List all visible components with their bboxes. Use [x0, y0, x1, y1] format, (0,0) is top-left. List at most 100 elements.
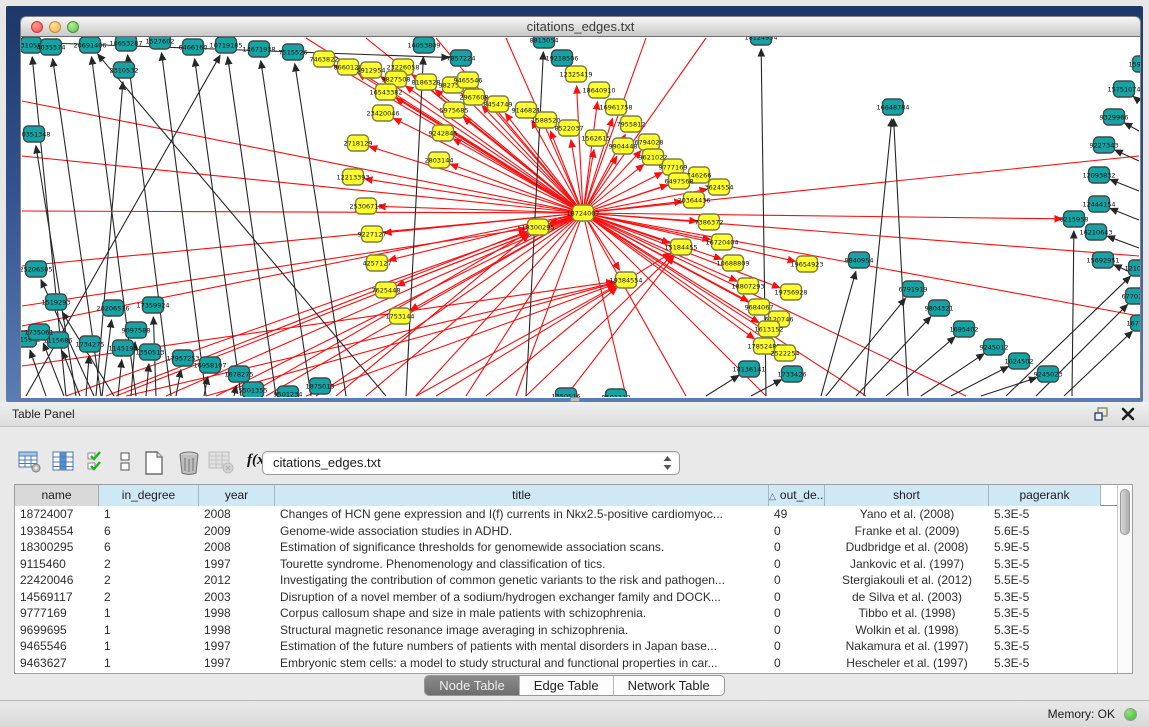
graph-edge-black[interactable]: [1110, 208, 1139, 220]
table-cell[interactable]: 5.5E-5: [989, 572, 1101, 589]
table-cell[interactable]: 5.3E-5: [989, 622, 1101, 639]
graph-edge-black[interactable]: [1107, 236, 1139, 248]
table-cell[interactable]: 1: [99, 622, 199, 639]
table-row[interactable]: 1456911722003Disruption of a novel membe…: [15, 589, 1132, 606]
memory-status-indicator[interactable]: [1124, 708, 1137, 721]
table-cell[interactable]: 1: [99, 506, 199, 523]
tab-node-table[interactable]: Node Table: [425, 676, 520, 695]
graph-edge-red[interactable]: [216, 213, 583, 396]
table-cell[interactable]: 9115460: [15, 556, 99, 573]
table-cell[interactable]: Changes of HCN gene expression and I(f) …: [275, 506, 769, 523]
tab-edge-table[interactable]: Edge Table: [520, 676, 614, 695]
table-cell[interactable]: 5.9E-5: [989, 539, 1101, 556]
table-cell[interactable]: 5.3E-5: [989, 556, 1101, 573]
table-options-icon[interactable]: [18, 450, 42, 474]
table-cell[interactable]: Structural magnetic resonance image aver…: [275, 622, 769, 639]
table-cell[interactable]: 0: [769, 572, 825, 589]
graph-edge-red[interactable]: [369, 147, 583, 213]
table-cell[interactable]: 9699695: [15, 622, 99, 639]
table-cell[interactable]: Jankovic et al. (1997): [825, 556, 989, 573]
table-row[interactable]: 946554611997Estimation of the future num…: [15, 638, 1132, 655]
graph-edge-black[interactable]: [1110, 179, 1139, 191]
column-header-short[interactable]: short: [825, 485, 989, 506]
column-header-pagerank[interactable]: pagerank: [989, 485, 1101, 506]
table-cell[interactable]: 18300295: [15, 539, 99, 556]
graph-edge-red[interactable]: [206, 283, 614, 396]
table-cell[interactable]: 22420046: [15, 572, 99, 589]
table-cell[interactable]: 5.3E-5: [989, 589, 1101, 606]
graph-edge-red[interactable]: [306, 284, 615, 396]
graph-edge-black[interactable]: [951, 366, 1008, 396]
graph-edge-red[interactable]: [394, 118, 583, 213]
table-cell[interactable]: 5.3E-5: [989, 655, 1101, 672]
table-cell[interactable]: 14569117: [15, 589, 99, 606]
graph-edge-black[interactable]: [1064, 331, 1132, 396]
merge-rows-icon[interactable]: [118, 450, 132, 474]
table-cell[interactable]: 5.6E-5: [989, 523, 1101, 540]
graph-edge-black[interactable]: [1115, 150, 1139, 161]
float-panel-icon[interactable]: [1094, 407, 1109, 421]
table-cell[interactable]: Wolkin et al. (1998): [825, 622, 989, 639]
table-cell[interactable]: 1997: [199, 655, 275, 672]
column-header-name[interactable]: name: [15, 485, 99, 506]
graph-edge-black[interactable]: [856, 317, 931, 396]
tab-network-table[interactable]: Network Table: [614, 676, 724, 695]
column-select-icon[interactable]: [52, 450, 76, 474]
column-header-title[interactable]: title: [275, 485, 769, 506]
table-cell[interactable]: 2: [99, 556, 199, 573]
table-cell[interactable]: Disruption of a novel member of a sodium…: [275, 589, 769, 606]
table-cell[interactable]: Tourette syndrome. Phenomenology and cla…: [275, 556, 769, 573]
table-row[interactable]: 969969511998Structural magnetic resonanc…: [15, 622, 1132, 639]
table-cell[interactable]: 5.3E-5: [989, 605, 1101, 622]
table-cell[interactable]: 49: [769, 506, 825, 523]
network-canvas[interactable]: 1872400774638228660128591295423226058982…: [20, 37, 1141, 398]
scrollbar-thumb[interactable]: [1120, 489, 1130, 535]
table-cell[interactable]: Investigating the contribution of common…: [275, 572, 769, 589]
table-cell[interactable]: 2012: [199, 572, 275, 589]
table-cell[interactable]: 9465546: [15, 638, 99, 655]
table-cell[interactable]: Embryonic stem cells: a model to study s…: [275, 655, 769, 672]
table-cell[interactable]: 2003: [199, 589, 275, 606]
table-cell[interactable]: Stergiakouli et al. (2012): [825, 572, 989, 589]
graph-edge-black[interactable]: [162, 53, 206, 396]
close-panel-icon[interactable]: [1121, 407, 1135, 421]
table-cell[interactable]: 1: [99, 605, 199, 622]
graph-edge-red[interactable]: [583, 213, 966, 396]
table-cell[interactable]: 0: [769, 589, 825, 606]
table-cell[interactable]: 0: [769, 655, 825, 672]
table-cell[interactable]: 2009: [199, 523, 275, 540]
table-cell[interactable]: 2008: [199, 539, 275, 556]
graph-edge-red[interactable]: [486, 288, 617, 396]
table-cell[interactable]: Dudbridge et al. (2008): [825, 539, 989, 556]
graph-edge-red[interactable]: [416, 286, 615, 396]
table-cell[interactable]: 5.3E-5: [989, 506, 1101, 523]
table-cell[interactable]: 18724007: [15, 506, 99, 523]
table-cell[interactable]: Tibbo et al. (1998): [825, 605, 989, 622]
column-header-out_de[interactable]: △out_de...: [769, 485, 825, 506]
column-header-year[interactable]: year: [199, 485, 275, 506]
graph-edge-red[interactable]: [126, 283, 614, 396]
delete-rows-icon[interactable]: [176, 450, 202, 474]
table-cell[interactable]: Genome-wide association studies in ADHD.: [275, 523, 769, 540]
table-cell[interactable]: 0: [769, 638, 825, 655]
graph-edge-black[interactable]: [1133, 96, 1139, 101]
graph-edge-black[interactable]: [1072, 231, 1074, 396]
table-cell[interactable]: 6: [99, 523, 199, 540]
table-cell[interactable]: 1: [99, 638, 199, 655]
table-cell[interactable]: Estimation of significance thresholds fo…: [275, 539, 769, 556]
graph-edge-red[interactable]: [22, 211, 583, 213]
graph-edge-red[interactable]: [526, 255, 672, 396]
vertical-scrollbar[interactable]: [1117, 485, 1132, 673]
graph-edge-black[interactable]: [43, 343, 64, 396]
new-table-icon[interactable]: [142, 450, 166, 474]
table-selector-dropdown[interactable]: citations_edges.txt: [262, 451, 680, 475]
graph-edge-black[interactable]: [86, 356, 89, 396]
network-graph[interactable]: 1872400774638228660128591295423226058982…: [21, 37, 1140, 397]
graph-edge-black[interactable]: [706, 375, 739, 396]
graph-edge-red[interactable]: [365, 179, 583, 213]
table-cell[interactable]: Estimation of the future numbers of pati…: [275, 638, 769, 655]
table-cell[interactable]: 0: [769, 605, 825, 622]
table-row[interactable]: 1938455462009Genome-wide association stu…: [15, 523, 1132, 540]
table-cell[interactable]: 1: [99, 655, 199, 672]
table-cell[interactable]: 19384554: [15, 523, 99, 540]
